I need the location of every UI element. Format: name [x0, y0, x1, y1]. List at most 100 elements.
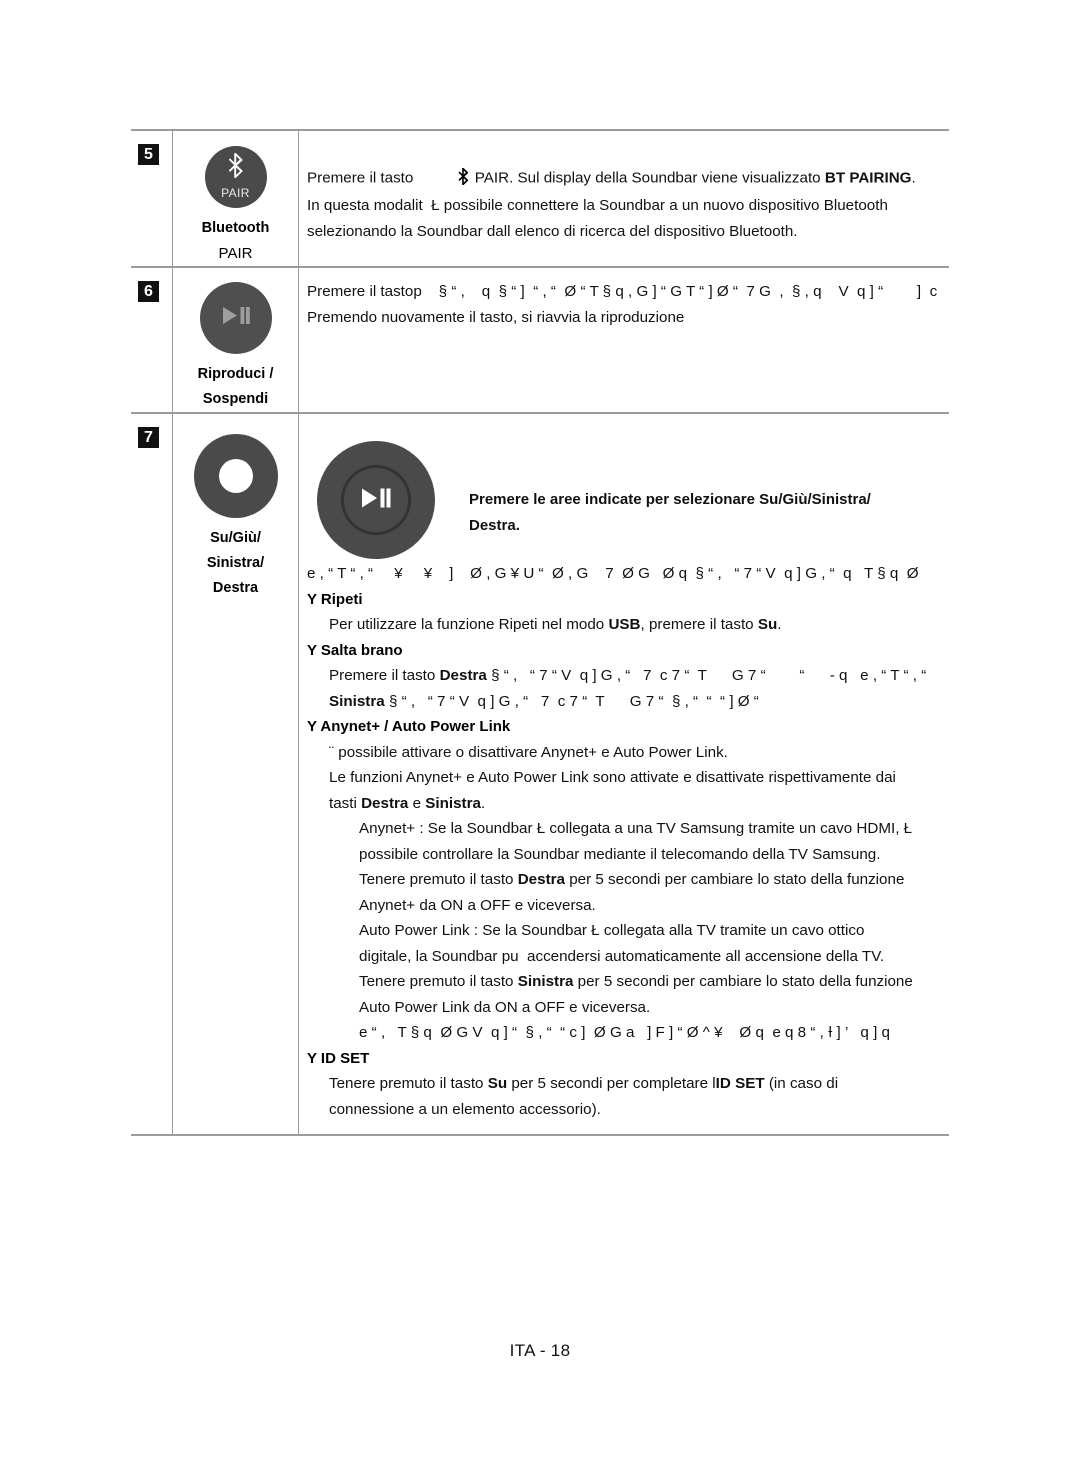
- desc-text-a: Tenere premuto il tasto: [329, 1075, 488, 1092]
- sinistra-button-term: Sinistra: [517, 973, 574, 990]
- row-number-cell: 7: [131, 414, 172, 1134]
- description-line: ¨ possibile attivare o disattivare Anyne…: [329, 743, 728, 761]
- bluetooth-inline-icon: [413, 142, 470, 193]
- description-line: Auto Power Link : Se la Soundbar Ł colle…: [359, 922, 865, 939]
- button-function-table: 5 PAIR Bluetooth PAIR Premere il tasto P…: [131, 129, 949, 1136]
- desc-text-b: per 5 secondi per cambiare lo stato dell…: [573, 973, 913, 990]
- description-line: selezionando la Soundbar dall elenco di …: [307, 222, 798, 240]
- description-line: Tenere premuto il tasto Su per 5 secondi…: [307, 1071, 949, 1097]
- disc-icon-wrap: [307, 425, 467, 559]
- description-line: Anynet+ da ON a OFF e viceversa.: [359, 896, 596, 914]
- play-pause-caption-line2: Sospendi: [202, 391, 269, 407]
- bt-pairing-term: BT PAIRING: [824, 169, 912, 187]
- description-line: Premere il tasto PAIR. Sul display della…: [307, 142, 949, 193]
- bluetooth-pair-button-icon: PAIR: [204, 146, 267, 208]
- row-description-cell: Premere il tasto PAIR. Sul display della…: [299, 131, 949, 266]
- play-pause-disc-icon: [317, 441, 435, 559]
- step-number-badge: 6: [138, 281, 159, 302]
- description-line: Tenere premuto il tasto Sinistra per 5 s…: [307, 969, 949, 995]
- garbled-glyph-run: e “ , T § q Ø G V q ] “ § , “ “ c ] Ø G …: [359, 1024, 890, 1041]
- row-number-cell: 5: [131, 131, 172, 266]
- id-set-term: ID SET: [715, 1075, 765, 1092]
- description-line: tasti Destra e Sinistra.: [307, 791, 949, 817]
- row-description-cell: Premere il tastop § “ , q § “ ] “ , “ Ø …: [299, 268, 949, 412]
- row-icon-cell: Riproduci / Sospendi: [172, 268, 299, 412]
- desc-text-a: Tenere premuto il tasto: [359, 871, 518, 888]
- sinistra-button-term: Sinistra: [329, 692, 385, 710]
- directional-ring-button-icon: [193, 434, 278, 518]
- desc-text-c: .: [911, 169, 916, 187]
- desc-text-c: .: [480, 794, 486, 812]
- bullet-label: ID SET: [320, 1049, 370, 1067]
- description-line: digitale, la Soundbar pu accendersi auto…: [359, 947, 885, 965]
- table-row: 6 Riproduci / Sospendi Premere il tastop…: [131, 268, 949, 414]
- row-icon-cell: PAIR Bluetooth PAIR: [172, 131, 299, 266]
- row-number-cell: 6: [131, 268, 172, 412]
- bullet-label: Anynet+ / Auto Power Link: [320, 718, 511, 735]
- manual-page: 5 PAIR Bluetooth PAIR Premere il tasto P…: [0, 0, 1080, 1479]
- bluetooth-pair-caption: PAIR: [218, 245, 253, 262]
- sinistra-button-term: Sinistra: [425, 794, 481, 812]
- description-line: connessione a un elemento accessorio).: [329, 1100, 601, 1118]
- destra-button-term: Destra: [517, 871, 565, 888]
- description-line: Premendo nuovamente il tasto, si riavvia…: [307, 308, 685, 326]
- description-line: Premere il tasto Destra § “ , “ 7 “ V q …: [307, 663, 949, 689]
- bullet-label: Salta brano: [320, 641, 403, 659]
- bullet-label: Ripeti: [320, 590, 363, 608]
- desc-text-b: e: [408, 794, 426, 812]
- table-row: 5 PAIR Bluetooth PAIR Premere il tasto P…: [131, 131, 949, 268]
- desc-text-a: Premere il tasto: [307, 283, 414, 300]
- row7-heading-text: Premere le aree indicate per selezionare…: [467, 425, 949, 559]
- desc-text-b: , premere il tasto: [640, 616, 758, 633]
- bullet-heading-anynet: Y Anynet+ / Auto Power Link: [307, 714, 949, 740]
- description-line: possibile controllare la Soundbar median…: [359, 845, 881, 863]
- bullet-heading-salta-brano: Y Salta brano: [307, 638, 949, 664]
- step-number-badge: 7: [138, 427, 159, 448]
- usb-term: USB: [608, 616, 641, 633]
- play-pause-icon: [317, 487, 435, 513]
- desc-text-a: Premere il tasto: [329, 667, 440, 684]
- bluetooth-caption: Bluetooth: [201, 220, 270, 236]
- play-pause-icon: [200, 306, 272, 331]
- row-icon-cell: Su/Giù/ Sinistra/ Destra: [172, 414, 299, 1134]
- page-footer: ITA - 18: [509, 1341, 571, 1360]
- garbled-glyph-run: e , “ T “ , “ ¥ ¥ ] Ø , G ¥ U “ Ø , G 7 …: [307, 565, 919, 582]
- desc-text-a: Per utilizzare la funzione Ripeti nel mo…: [329, 616, 609, 633]
- row7-body-block: e , “ T “ , “ ¥ ¥ ] Ø , G ¥ U “ Ø , G 7 …: [307, 559, 949, 1122]
- su-button-term: Su: [487, 1075, 508, 1092]
- row7-header-block: Premere le aree indicate per selezionare…: [307, 425, 949, 559]
- description-line: In questa modalit Ł possibile connettere…: [307, 197, 888, 214]
- destra-button-term: Destra: [361, 794, 409, 812]
- bullet-marker-icon: Y: [307, 590, 317, 608]
- row-spacer: [307, 330, 949, 352]
- direction-caption-line2: Sinistra/: [206, 555, 265, 571]
- description-line: Tenere premuto il tasto Destra per 5 sec…: [307, 867, 949, 893]
- desc-text-c: .: [777, 616, 782, 633]
- destra-button-term: Destra: [439, 667, 487, 684]
- description-line: Sinistra § “ , “ 7 “ V q ] G , “ 7 c 7 “…: [307, 689, 949, 715]
- bluetooth-icon: [205, 152, 267, 183]
- desc-text-a: Tenere premuto il tasto: [359, 973, 518, 990]
- bullet-heading-id-set: Y ID SET: [307, 1046, 949, 1072]
- play-pause-button-icon: [199, 282, 272, 354]
- step-number-badge: 5: [138, 144, 159, 165]
- table-row: 7 Su/Giù/ Sinistra/ Destra Premere le ar…: [131, 414, 949, 1134]
- desc-text-c: (in caso di: [764, 1075, 839, 1092]
- desc-text-b: PAIR. Sul display della Soundbar viene v…: [470, 169, 825, 187]
- desc-text-a: tasti: [329, 794, 362, 812]
- garbled-glyph-run: § “ , “ 7 “ V q ] G , “ 7 c 7 “ T G 7 “ …: [384, 692, 759, 710]
- bullet-marker-icon: Y: [307, 1049, 317, 1067]
- description-line: Anynet+ : Se la Soundbar Ł collegata a u…: [359, 820, 913, 837]
- desc-text-a: Premere il tasto: [307, 169, 414, 187]
- bullet-marker-icon: Y: [307, 718, 317, 735]
- bullet-marker-icon: Y: [307, 641, 317, 659]
- bluetooth-pair-inner-label: PAIR: [221, 186, 250, 200]
- description-line: Premere il tastop § “ , q § “ ] “ , “ Ø …: [307, 279, 949, 305]
- play-pause-caption-line1: Riproduci /: [197, 366, 274, 382]
- description-line: Premere le aree indicate per selezionare…: [469, 491, 871, 508]
- desc-text-b: per 5 secondi per completare l: [507, 1075, 716, 1092]
- desc-text-b: per 5 secondi per cambiare lo stato dell…: [565, 871, 905, 888]
- row-description-cell: Premere le aree indicate per selezionare…: [299, 414, 949, 1134]
- su-button-term: Su: [757, 616, 778, 633]
- description-line: Le funzioni Anynet+ e Auto Power Link so…: [329, 769, 896, 786]
